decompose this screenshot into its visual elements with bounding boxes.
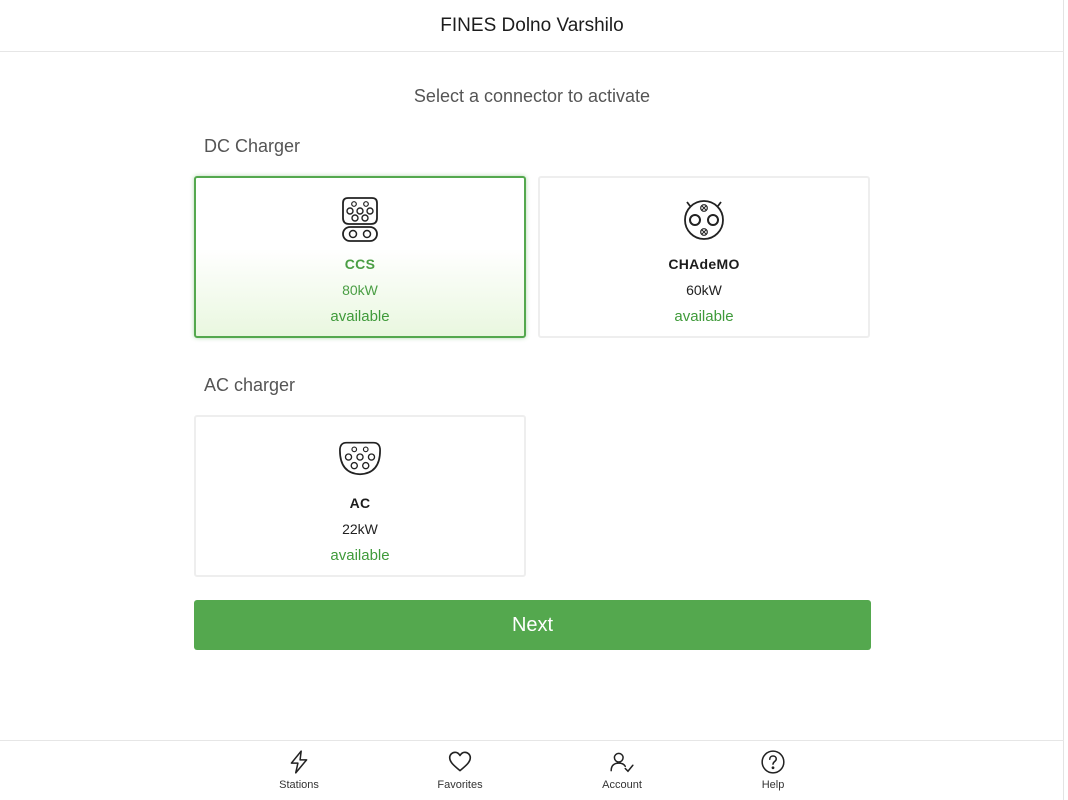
bottom-nav: Stations Favorites Account Help — [0, 740, 1064, 800]
connector-name: CCS — [344, 256, 376, 272]
account-check-icon — [610, 752, 634, 773]
connector-status: available — [330, 547, 390, 564]
connector-name: CHAdeMO — [668, 256, 740, 272]
nav-item-stations[interactable]: Stations — [254, 749, 344, 791]
connector-power: 60kW — [686, 282, 722, 298]
nav-label: Account — [602, 779, 642, 791]
ccs-connector-icon — [338, 194, 382, 244]
connector-name: AC — [349, 495, 371, 511]
connector-status: available — [330, 308, 390, 325]
section-label-ac: AC charger — [204, 375, 296, 395]
page-title: FINES Dolno Varshilo — [440, 14, 624, 36]
heart-icon — [448, 751, 472, 772]
connector-card-chademo[interactable]: CHAdeMO 60kW available — [538, 176, 870, 338]
nav-item-favorites[interactable]: Favorites — [415, 749, 505, 791]
top-bar: FINES Dolno Varshilo — [0, 0, 1064, 52]
next-button[interactable]: Next — [194, 600, 871, 650]
chademo-connector-icon — [682, 194, 726, 244]
connector-status: available — [674, 308, 734, 325]
lightning-icon — [290, 750, 308, 774]
app-window: FINES Dolno Varshilo Select a connector … — [0, 0, 1064, 800]
nav-label: Help — [761, 779, 785, 791]
instruction-text: Select a connector to activate — [413, 86, 651, 106]
connector-card-ccs[interactable]: CCS 80kW available — [194, 176, 526, 338]
help-icon — [761, 750, 785, 774]
section-label-dc: DC Charger — [204, 136, 301, 156]
nav-label: Favorites — [437, 779, 483, 791]
type2-connector-icon — [338, 433, 382, 483]
connector-card-ac[interactable]: AC 22kW available — [194, 415, 526, 577]
nav-item-account[interactable]: Account — [577, 749, 667, 791]
nav-item-help[interactable]: Help — [728, 749, 818, 791]
nav-label: Stations — [279, 779, 319, 791]
connector-power: 22kW — [342, 521, 378, 537]
connector-power: 80kW — [342, 282, 378, 298]
